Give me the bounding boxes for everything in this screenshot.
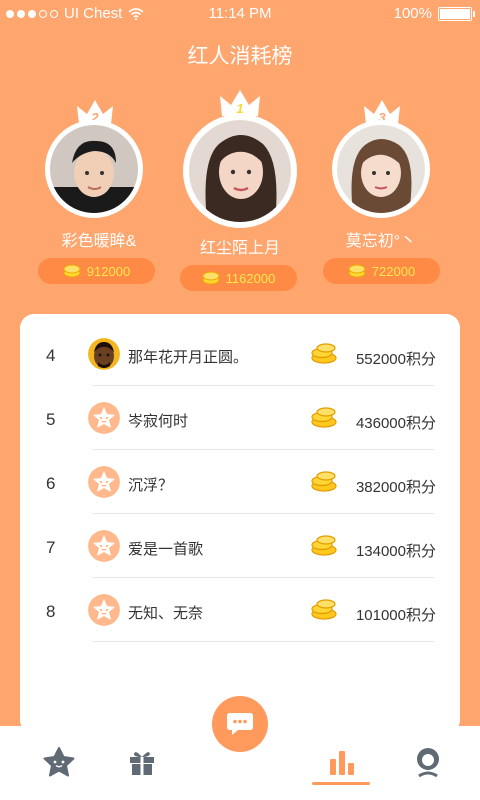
podium-name: 红尘陌上月 [199,240,280,257]
chat-icon [227,713,253,735]
battery-icon [438,6,475,21]
rank-number: 6 [46,474,56,493]
list-item[interactable]: 4 那年花开月正圆。 552000积分 [20,322,460,386]
score: 382000积分 [355,479,436,496]
score: 552000积分 [355,351,436,368]
tab-gift[interactable] [122,742,162,782]
star-face-avatar-icon [88,530,120,562]
score-pill: 722000 [323,258,440,284]
star-face-avatar-icon [88,594,120,626]
gift-icon [130,752,154,775]
user-name: 无知、无奈 [128,605,204,622]
coins-icon [311,599,337,620]
rank-number: 8 [46,602,56,621]
coins-icon [311,471,337,492]
user-name: 那年花开月正圆。 [128,349,249,366]
profile-icon [417,748,439,778]
ranking-list: 4 那年花开月正圆。 552000积分 5 岑寂何时 436000积分 6 沉浮… [20,314,460,734]
coins-icon [311,343,337,364]
list-item[interactable]: 8 无知、无奈 101000积分 [20,578,460,642]
rank-number: 4 [46,346,56,365]
tab-profile[interactable] [408,742,448,782]
battery-percent: 100% [393,5,432,22]
score: 101000积分 [355,607,436,624]
list-item[interactable]: 5 岑寂何时 436000积分 [20,386,460,450]
rank-number: 7 [46,538,56,557]
score: 134000积分 [355,543,436,560]
user-name: 爱是一首歌 [128,541,204,558]
avatar [189,120,291,222]
rank-number: 5 [46,410,56,429]
user-name: 沉浮？ [128,477,174,494]
divider [92,641,434,642]
score-pill: 912000 [38,258,155,284]
list-item[interactable]: 6 沉浮？ 382000积分 [20,450,460,514]
score-pill: 1162000 [180,265,297,291]
coins-icon [311,535,337,556]
avatar [337,125,425,213]
tab-star[interactable] [39,742,79,782]
score: 436000积分 [355,415,436,432]
list-item[interactable]: 7 爱是一首歌 134000积分 [20,514,460,578]
coin-icon [63,264,81,278]
star-face-avatar-icon [88,402,120,434]
coin-icon [202,271,220,285]
status-bar: UI Chest 11:14 PM 100% [0,0,480,28]
coin-icon [348,264,366,278]
chat-button[interactable] [212,696,268,752]
avatar [50,125,138,213]
page-title: 红人消耗榜 [187,45,293,68]
coins-icon [311,407,337,428]
podium-name: 彩色暖眸& [61,233,137,250]
star-icon [43,747,75,777]
star-face-avatar-icon [88,466,120,498]
avatar [88,338,120,370]
user-name: 岑寂何时 [128,413,189,430]
active-tab-indicator [312,782,370,785]
podium-name: 莫忘初°丶 [345,233,417,250]
tab-ranking[interactable] [322,742,362,782]
ranking-icon [330,751,354,775]
